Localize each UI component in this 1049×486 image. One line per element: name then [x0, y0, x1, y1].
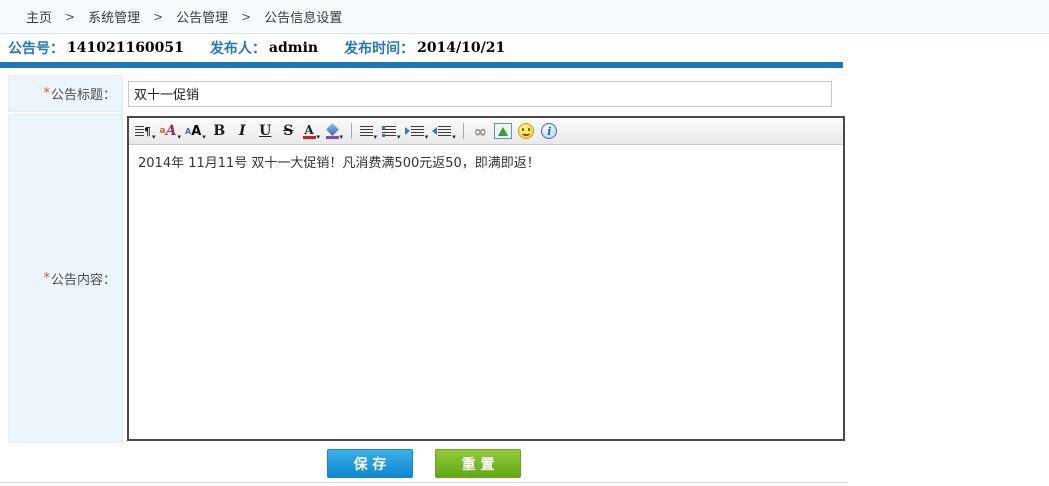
editor-content-area[interactable]: 2014年 11月11号 双十一大促销！凡消费满500元返50，即满即返！ — [129, 145, 843, 439]
breadcrumb-item-home[interactable]: 主页 — [26, 7, 52, 26]
required-mark: * — [43, 271, 50, 286]
reset-button[interactable]: 重 置 — [435, 449, 521, 478]
publish-time-label: 发布时间： — [344, 38, 414, 58]
announcement-meta-bar: 公告号： 141021160051 发布人： admin 发布时间： 2014/… — [0, 34, 1049, 62]
publisher-field: 发布人： admin — [210, 38, 318, 58]
title-label-cell: * 公告标题： — [8, 75, 123, 112]
breadcrumb-separator: > — [65, 10, 75, 24]
underline-icon[interactable]: U — [255, 120, 276, 142]
list-icon[interactable]: ▾ — [381, 120, 402, 142]
announcement-id-label: 公告号： — [8, 38, 64, 58]
font-color-icon[interactable]: A ▾ — [301, 120, 322, 142]
insert-image-icon[interactable] — [493, 120, 514, 142]
content-label-cell: * 公告内容： — [8, 114, 123, 443]
breadcrumb: 主页 > 系统管理 > 公告管理 > 公告信息设置 — [0, 0, 1049, 34]
form-actions: 保 存 重 置 — [0, 445, 848, 483]
format-select-icon[interactable]: ¶ ▾ — [134, 120, 157, 142]
breadcrumb-separator: > — [241, 10, 251, 24]
title-input[interactable] — [128, 81, 832, 107]
fill-color-icon[interactable]: ▾ — [324, 120, 345, 142]
announcement-id-value: 141021160051 — [67, 40, 184, 56]
title-value-cell — [123, 75, 848, 112]
breadcrumb-item-announcement-management[interactable]: 公告管理 — [176, 7, 228, 26]
rich-text-editor: ¶ ▾ a A ▾ A A ▾ B — [127, 116, 845, 441]
publish-time-value: 2014/10/21 — [417, 40, 505, 56]
title-row: * 公告标题： — [8, 75, 848, 112]
breadcrumb-separator: > — [153, 10, 163, 24]
publisher-label: 发布人： — [210, 38, 266, 58]
breadcrumb-item-system-management[interactable]: 系统管理 — [88, 7, 140, 26]
content-label: 公告内容： — [51, 269, 116, 288]
emoticon-icon[interactable] — [516, 120, 537, 142]
editor-toolbar: ¶ ▾ a A ▾ A A ▾ B — [129, 118, 843, 145]
publish-time-field: 发布时间： 2014/10/21 — [344, 38, 505, 58]
content-row: * 公告内容： ¶ ▾ a A ▾ A — [8, 114, 848, 443]
toolbar-separator — [351, 123, 352, 139]
breadcrumb-item-announcement-info-settings[interactable]: 公告信息设置 — [264, 7, 342, 26]
required-mark: * — [43, 86, 50, 101]
strikethrough-icon[interactable]: S — [278, 120, 299, 142]
indent-icon[interactable]: ▾ — [404, 120, 430, 142]
content-value-cell: ¶ ▾ a A ▾ A A ▾ B — [123, 114, 848, 443]
outdent-icon[interactable]: ▾ — [431, 120, 457, 142]
font-size-icon[interactable]: A A ▾ — [184, 120, 207, 142]
save-button[interactable]: 保 存 — [327, 449, 413, 478]
toolbar-separator — [463, 123, 464, 139]
insert-link-icon[interactable]: ∞ — [470, 120, 491, 142]
italic-icon[interactable]: I — [232, 120, 253, 142]
bold-icon[interactable]: B — [209, 120, 230, 142]
announcement-id-field: 公告号： 141021160051 — [8, 38, 184, 58]
title-label: 公告标题： — [51, 84, 116, 103]
publisher-value: admin — [269, 40, 318, 56]
announcement-form: * 公告标题： * 公告内容： ¶ ▾ a A — [8, 75, 848, 443]
align-icon[interactable]: ▾ — [358, 120, 379, 142]
font-family-icon[interactable]: a A ▾ — [159, 120, 182, 142]
about-icon[interactable]: i — [539, 120, 560, 142]
